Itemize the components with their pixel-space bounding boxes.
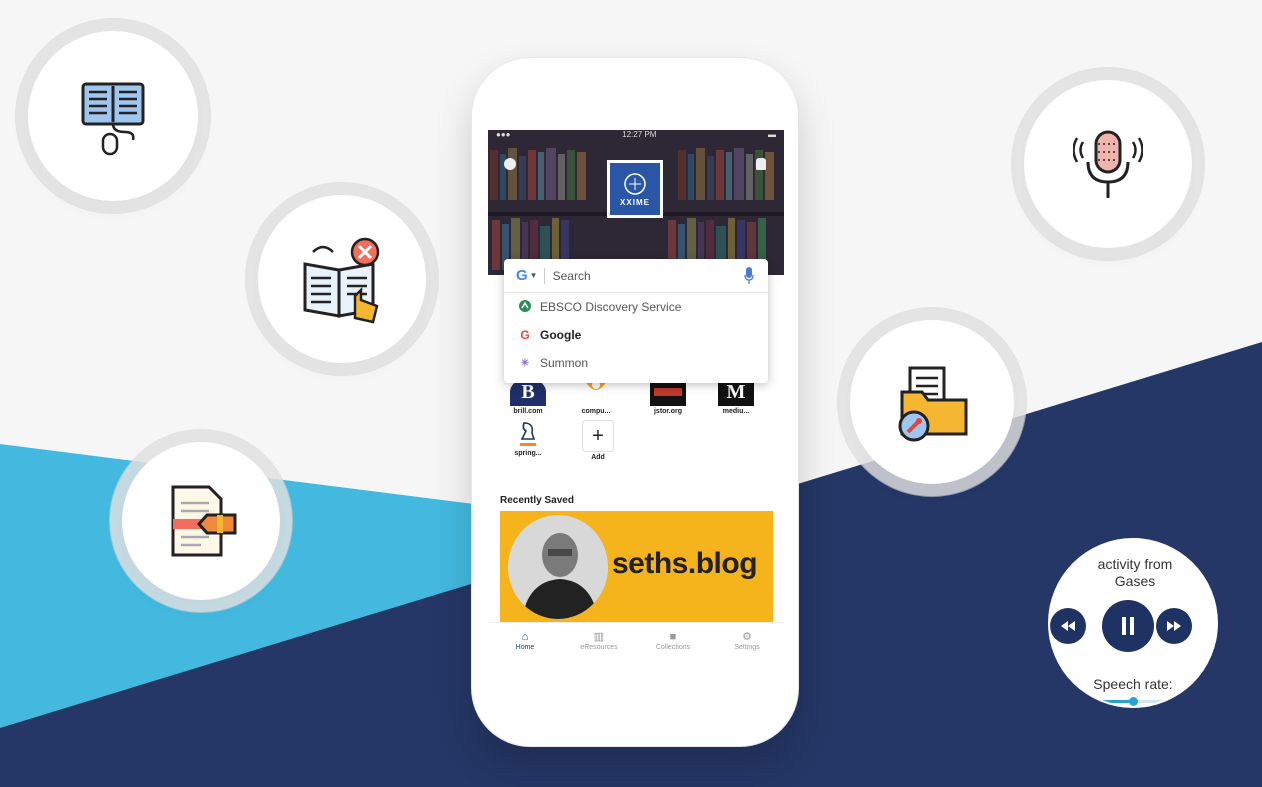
phone-mockup: ●●● 12:27 PM ▬ XXIME G ▼ Search EBSCO Di… [472, 58, 798, 746]
search-input[interactable]: Search [553, 269, 742, 283]
tile-add[interactable]: + Add [576, 420, 620, 461]
search-option-summon[interactable]: ✳ Summon [504, 349, 768, 377]
tile-springer[interactable]: spring... [506, 420, 550, 457]
option-label: Google [540, 328, 582, 342]
text-to-speech-player: activity from Gases Speech rate: [1050, 540, 1216, 706]
recently-saved-card[interactable]: seths.blog [500, 511, 773, 623]
rewind-icon [1061, 621, 1075, 631]
microphone-icon[interactable] [742, 266, 756, 286]
institution-logo: XXIME [607, 160, 663, 218]
ebook-mouse-bubble [28, 31, 198, 201]
offline-book-touch-icon [303, 237, 380, 324]
search-bar[interactable]: G ▼ Search [504, 259, 768, 293]
player-title-line2: Gases [1114, 573, 1156, 589]
ebsco-icon [518, 299, 532, 315]
books-icon: ▥ [593, 630, 605, 643]
tile-label: mediu... [722, 408, 750, 415]
tab-label: Home [515, 643, 535, 651]
logo-emblem-icon [624, 172, 646, 195]
tile-medium[interactable]: M mediu... [714, 378, 758, 415]
tile-label: spring... [514, 450, 542, 457]
help-icon[interactable] [504, 158, 516, 170]
tile-label: brill.com [513, 408, 543, 415]
status-time: 12:27 PM [622, 130, 657, 139]
tile-label: jstor.org [653, 408, 682, 415]
chevron-down-icon[interactable]: ▼ [530, 271, 538, 280]
tile-jstor[interactable]: jstor.org [646, 378, 690, 415]
folder-pin-bubble [850, 320, 1014, 484]
tile-label: Add [591, 454, 605, 461]
tab-home[interactable]: ⌂ Home [488, 623, 562, 658]
tile-label: compu... [581, 408, 611, 415]
springer-logo-icon [510, 420, 546, 448]
logo-text: XXIME [620, 197, 650, 207]
rewind-button[interactable] [1050, 608, 1086, 644]
option-label: Summon [540, 356, 589, 370]
app-screen: ●●● 12:27 PM ▬ XXIME G ▼ Search EBSCO Di… [488, 130, 784, 658]
tab-collections[interactable]: ■ Collections [636, 623, 710, 658]
summon-icon: ✳ [520, 357, 530, 369]
tile-brill[interactable]: B brill.com [506, 378, 550, 415]
podcast-bubble [1024, 80, 1192, 248]
document-highlighter-icon [171, 485, 237, 557]
search-option-ebsco[interactable]: EBSCO Discovery Service [504, 293, 768, 321]
carrier-text: ●●● [496, 130, 511, 139]
tab-label: Collections [655, 643, 691, 651]
fast-forward-button[interactable] [1156, 608, 1192, 644]
tile-computing[interactable]: compu... [574, 378, 618, 415]
player-title: activity from Gases [1050, 556, 1216, 590]
blog-brand: seths.blog [612, 547, 758, 580]
divider [543, 267, 545, 284]
slider-handle[interactable] [1128, 697, 1138, 706]
offline-book-bubble [258, 195, 426, 363]
tab-label: eResources [580, 643, 618, 651]
stage: ●●● 12:27 PM ▬ XXIME G ▼ Search EBSCO Di… [0, 0, 1262, 787]
search-option-google[interactable]: G Google [504, 321, 768, 349]
folder-pin-icon [898, 366, 968, 442]
author-photo [508, 515, 608, 619]
pause-icon [1122, 617, 1134, 635]
speech-rate-label: Speech rate: [1093, 676, 1173, 692]
ebook-mouse-icon [81, 82, 145, 156]
tab-settings[interactable]: ⚙ Settings [710, 623, 784, 658]
recently-saved-heading: Recently Saved [500, 495, 574, 506]
podcast-microphone-icon [1073, 130, 1143, 198]
fast-forward-icon [1167, 621, 1181, 631]
search-engine-selector[interactable]: G [516, 267, 528, 284]
battery-icon: ▬ [768, 130, 776, 139]
document-highlighter-bubble [122, 442, 280, 600]
speech-rate-slider[interactable] [1090, 697, 1176, 706]
tab-label: Settings [734, 643, 760, 651]
status-bar: ●●● 12:27 PM ▬ [488, 130, 784, 142]
bottom-tab-bar: ⌂ Home ▥ eResources ■ Collections ⚙ Sett… [488, 622, 784, 658]
player-title-line1: activity from [1097, 556, 1173, 572]
tab-eresources[interactable]: ▥ eResources [562, 623, 636, 658]
option-label: EBSCO Discovery Service [540, 300, 682, 314]
header-banner: ●●● 12:27 PM ▬ XXIME [488, 130, 784, 275]
gear-icon: ⚙ [742, 630, 752, 643]
add-icon: + [582, 420, 614, 452]
pause-button[interactable] [1102, 600, 1154, 652]
notification-bell-icon[interactable] [756, 158, 766, 170]
search-dropdown: G ▼ Search EBSCO Discovery Service G Goo… [504, 259, 768, 383]
slider-fill [1090, 700, 1133, 703]
briefcase-icon: ■ [669, 630, 677, 643]
google-icon: G [520, 328, 530, 342]
home-icon: ⌂ [521, 630, 529, 643]
